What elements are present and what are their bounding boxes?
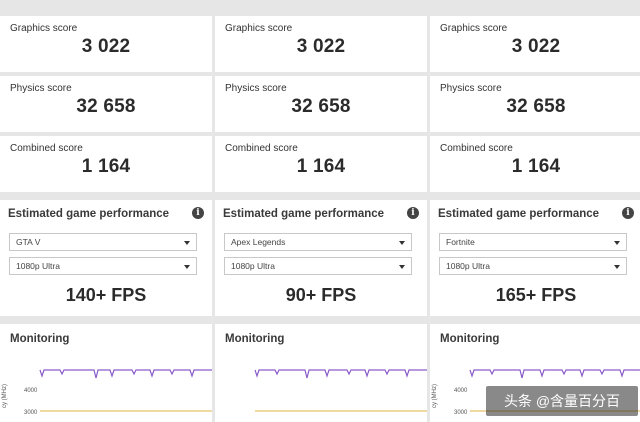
physics-score-label: Physics score bbox=[440, 83, 502, 94]
graphics-score-card: Graphics score 3 022 bbox=[215, 16, 427, 72]
physics-score-value: 32 658 bbox=[291, 96, 351, 117]
preset-select-value: 1080p Ultra bbox=[16, 261, 60, 271]
combined-score-card: Combined score 1 164 bbox=[215, 136, 427, 192]
monitoring-card: Monitoring cy (MHz) 4000 3000 bbox=[0, 324, 212, 422]
cpu-clock-line bbox=[469, 369, 640, 379]
graphics-score-card: Graphics score 3 022 bbox=[0, 16, 212, 72]
caret-down-icon bbox=[614, 265, 620, 269]
physics-score-card: Physics score 32 658 bbox=[0, 76, 212, 132]
graphics-score-label: Graphics score bbox=[10, 23, 78, 34]
preset-select[interactable]: 1080p Ultra bbox=[224, 257, 412, 275]
combined-score-value: 1 164 bbox=[296, 156, 346, 177]
combined-score-value: 1 164 bbox=[81, 156, 131, 177]
axis-label: cy (MHz) bbox=[432, 384, 438, 408]
combined-score-label: Combined score bbox=[225, 143, 298, 154]
watermark: 头条 @含量百分百 bbox=[486, 386, 638, 416]
caret-down-icon bbox=[184, 241, 190, 245]
game-select-value: Apex Legends bbox=[231, 237, 286, 247]
estimated-performance-title: Estimated game performance bbox=[438, 208, 600, 220]
axis-label: cy (MHz) bbox=[2, 384, 8, 408]
fps-value: 140+ FPS bbox=[65, 285, 147, 305]
graphics-score-value: 3 022 bbox=[81, 36, 131, 57]
game-select[interactable]: Fortnite bbox=[439, 233, 627, 251]
game-select[interactable]: GTA V bbox=[9, 233, 197, 251]
fps-value: 90+ FPS bbox=[285, 285, 357, 305]
preset-select-value: 1080p Ultra bbox=[446, 261, 490, 271]
caret-down-icon bbox=[399, 265, 405, 269]
physics-score-label: Physics score bbox=[225, 83, 287, 94]
result-column-3: Graphics score 3 022 Physics score 32 65… bbox=[430, 0, 640, 422]
physics-score-card: Physics score 32 658 bbox=[430, 76, 640, 132]
preset-select[interactable]: 1080p Ultra bbox=[439, 257, 627, 275]
result-column-1: Graphics score 3 022 Physics score 32 65… bbox=[0, 0, 212, 422]
monitoring-chart: cy (MHz) 4000 3000 bbox=[2, 369, 212, 416]
monitoring-title: Monitoring bbox=[225, 333, 285, 345]
caret-down-icon bbox=[184, 265, 190, 269]
monitoring-title: Monitoring bbox=[10, 333, 70, 345]
physics-score-value: 32 658 bbox=[76, 96, 136, 117]
info-icon[interactable]: i bbox=[407, 207, 419, 219]
graphics-score-value: 3 022 bbox=[296, 36, 346, 57]
combined-score-label: Combined score bbox=[440, 143, 513, 154]
game-select-value: GTA V bbox=[16, 237, 41, 247]
monitoring-title: Monitoring bbox=[440, 333, 500, 345]
info-icon[interactable]: i bbox=[192, 207, 204, 219]
combined-score-value: 1 164 bbox=[511, 156, 561, 177]
fps-value: 165+ FPS bbox=[495, 285, 577, 305]
info-icon[interactable]: i bbox=[622, 207, 634, 219]
estimated-game-performance-card: Estimated game performance i Apex Legend… bbox=[215, 200, 427, 316]
combined-score-card: Combined score 1 164 bbox=[0, 136, 212, 192]
estimated-performance-title: Estimated game performance bbox=[223, 208, 385, 220]
combined-score-card: Combined score 1 164 bbox=[430, 136, 640, 192]
monitoring-card: Monitoring bbox=[215, 324, 427, 422]
game-select[interactable]: Apex Legends bbox=[224, 233, 412, 251]
monitoring-chart bbox=[254, 369, 427, 412]
preset-select-value: 1080p Ultra bbox=[231, 261, 275, 271]
graphics-score-label: Graphics score bbox=[440, 23, 508, 34]
axis-tick-3000: 3000 bbox=[454, 410, 468, 416]
results-grid: Graphics score 3 022 Physics score 32 65… bbox=[0, 0, 640, 422]
result-column-2: Graphics score 3 022 Physics score 32 65… bbox=[215, 0, 427, 422]
combined-score-label: Combined score bbox=[10, 143, 83, 154]
estimated-performance-title: Estimated game performance bbox=[8, 208, 170, 220]
axis-tick-4000: 4000 bbox=[24, 388, 38, 394]
physics-score-card: Physics score 32 658 bbox=[215, 76, 427, 132]
estimated-game-performance-card: Estimated game performance i Fortnite 10… bbox=[430, 200, 640, 316]
preset-select[interactable]: 1080p Ultra bbox=[9, 257, 197, 275]
graphics-score-card: Graphics score 3 022 bbox=[430, 16, 640, 72]
axis-tick-3000: 3000 bbox=[24, 410, 38, 416]
estimated-game-performance-card: Estimated game performance i GTA V 1080p… bbox=[0, 200, 212, 316]
graphics-score-value: 3 022 bbox=[511, 36, 561, 57]
axis-tick-4000: 4000 bbox=[454, 388, 468, 394]
physics-score-label: Physics score bbox=[10, 83, 72, 94]
cpu-clock-line bbox=[254, 369, 427, 379]
cpu-clock-line bbox=[39, 369, 212, 379]
game-select-value: Fortnite bbox=[446, 237, 475, 247]
graphics-score-label: Graphics score bbox=[225, 23, 293, 34]
caret-down-icon bbox=[614, 241, 620, 245]
physics-score-value: 32 658 bbox=[506, 96, 566, 117]
caret-down-icon bbox=[399, 241, 405, 245]
